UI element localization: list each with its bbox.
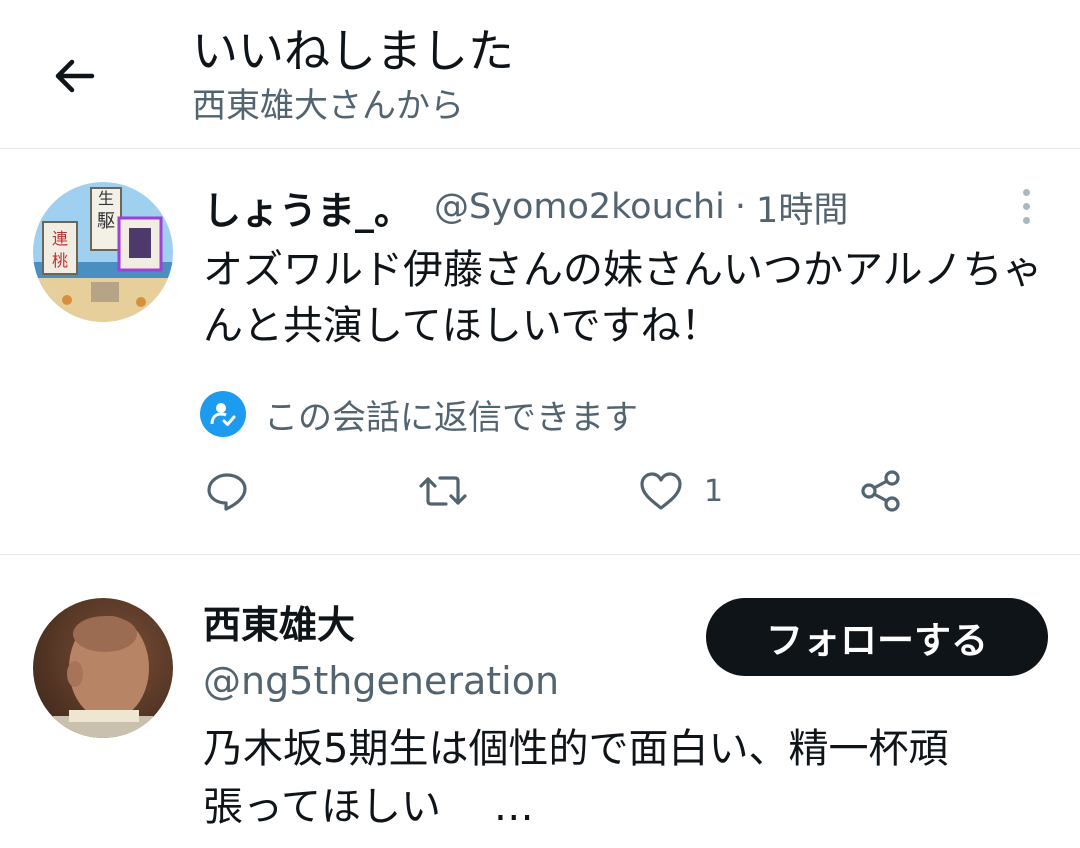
user-bio: 乃木坂5期生は個性的で面白い、精一杯頑 張ってほしい … bbox=[203, 720, 1053, 836]
tweet-separator: · bbox=[734, 187, 747, 227]
back-button[interactable] bbox=[48, 50, 100, 102]
user-card[interactable]: 西東雄大 @ng5thgeneration フォローする 乃木坂5期生は個性的で… bbox=[0, 556, 1080, 848]
user-name[interactable]: 西東雄大 bbox=[203, 600, 355, 650]
reply-permission-note: この会話に返信できます bbox=[200, 390, 638, 438]
more-options-button[interactable] bbox=[1008, 186, 1044, 226]
page-title: いいねしました bbox=[192, 24, 514, 78]
like-icon bbox=[640, 472, 682, 510]
tweet-author-handle[interactable]: @Syomo2kouchi bbox=[434, 187, 725, 227]
top-bar: いいねしました 西東雄大さんから bbox=[0, 0, 1080, 149]
tweet-author-name[interactable]: しょうま_。 bbox=[203, 180, 412, 235]
page-subtitle: 西東雄大さんから bbox=[192, 86, 464, 126]
user-bio-line-2: 張ってほしい … bbox=[203, 784, 534, 830]
tweet-header: しょうま_。 @Syomo2kouchi · 1時間 bbox=[203, 180, 848, 235]
share-button[interactable] bbox=[858, 466, 904, 516]
share-icon bbox=[861, 470, 900, 512]
svg-text:連: 連 bbox=[52, 229, 68, 248]
reply-permission-icon bbox=[200, 391, 246, 437]
tweet-text: オズワルド伊藤さんの妹さんいつかアルノちゃんと共演してほしいですね！ bbox=[203, 247, 1043, 349]
tweet-author-avatar[interactable]: 生 駆 連 桃 bbox=[33, 182, 173, 322]
svg-text:駆: 駆 bbox=[97, 211, 115, 232]
user-bio-line-1: 乃木坂5期生は個性的で面白い、精一杯頑 bbox=[203, 726, 949, 772]
back-arrow-icon bbox=[55, 59, 95, 93]
retweet-icon bbox=[419, 476, 467, 506]
user-avatar[interactable] bbox=[33, 598, 173, 738]
user-handle[interactable]: @ng5thgeneration bbox=[203, 656, 559, 706]
svg-text:桃: 桃 bbox=[52, 251, 68, 270]
more-vertical-icon bbox=[1022, 188, 1030, 196]
tweet-card[interactable]: 生 駆 連 桃 しょうま_。 @Syomo2kouchi · 1時間 オズワルド… bbox=[0, 150, 1080, 555]
reply-icon bbox=[207, 473, 247, 511]
like-count: 1 bbox=[704, 473, 724, 509]
svg-text:生: 生 bbox=[98, 189, 114, 208]
tweet-timestamp[interactable]: 1時間 bbox=[756, 182, 848, 233]
follow-button[interactable]: フォローする bbox=[706, 598, 1048, 676]
reply-permission-label: この会話に返信できます bbox=[264, 397, 638, 438]
like-button[interactable]: 1 bbox=[638, 466, 723, 516]
retweet-button[interactable] bbox=[418, 466, 468, 516]
reply-button[interactable] bbox=[205, 466, 249, 516]
tweet-actions: 1 bbox=[0, 466, 1080, 516]
